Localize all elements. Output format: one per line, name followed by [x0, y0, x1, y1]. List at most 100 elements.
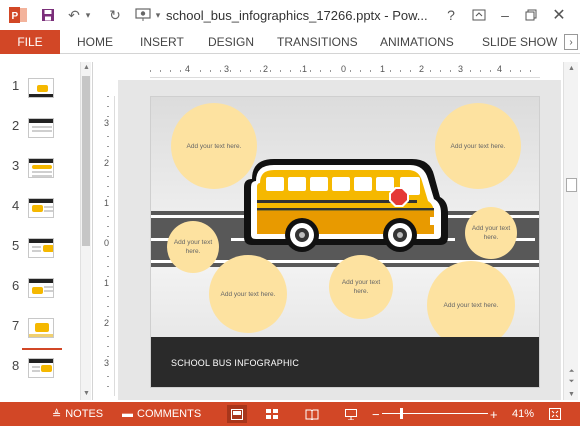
- slide-preview: [28, 198, 54, 218]
- scrollbar-thumb[interactable]: [82, 76, 90, 246]
- slide-number: 2: [12, 118, 20, 133]
- slide-thumbnail[interactable]: 3: [0, 156, 80, 186]
- reading-view-icon[interactable]: [302, 405, 322, 423]
- slide-number: 3: [12, 158, 20, 173]
- tab-animations[interactable]: ANIMATIONS: [380, 30, 454, 54]
- text-circle[interactable]: Add your text here.: [465, 207, 517, 259]
- slide-number: 8: [12, 358, 20, 373]
- slide-preview: [28, 358, 54, 378]
- slide-thumbnail[interactable]: 9: [0, 396, 80, 400]
- close-icon[interactable]: ✕: [548, 5, 570, 25]
- zoom-in-button[interactable]: +: [490, 402, 498, 426]
- ruler-label: 2: [418, 64, 426, 75]
- ruler-label: 2: [103, 318, 111, 329]
- text-circle[interactable]: Add your text here.: [427, 261, 515, 349]
- ribbon-display-icon[interactable]: [468, 5, 490, 25]
- slide-thumbnail[interactable]: 2: [0, 116, 80, 146]
- slide-footer-title[interactable]: SCHOOL BUS INFOGRAPHIC: [171, 358, 299, 368]
- ruler-label: 0: [103, 238, 111, 249]
- slide-thumbnail[interactable]: 8: [0, 356, 80, 386]
- slide-preview: [28, 118, 54, 138]
- slide-number: 5: [12, 238, 20, 253]
- comments-label: COMMENTS: [137, 408, 202, 420]
- notes-label: NOTES: [65, 408, 104, 420]
- minimize-icon[interactable]: –: [494, 5, 516, 25]
- ruler-label: 0: [340, 64, 348, 75]
- slide-thumbnail[interactable]: 4: [0, 196, 80, 226]
- save-icon[interactable]: [38, 5, 58, 25]
- powerpoint-logo-icon[interactable]: P: [6, 5, 30, 25]
- slide-preview: [28, 318, 54, 338]
- thumbnail-scrollbar[interactable]: ▲ ▼: [80, 62, 91, 400]
- ruler-label: 3: [103, 358, 111, 369]
- zoom-slider[interactable]: [382, 413, 488, 414]
- zoom-slider-knob[interactable]: [400, 408, 403, 419]
- ruler-label: 3: [103, 118, 111, 129]
- customize-qat-icon[interactable]: ▾: [152, 5, 164, 25]
- scroll-up-icon[interactable]: ▲: [81, 62, 92, 73]
- fit-slide-to-window-icon[interactable]: [545, 405, 565, 423]
- slide-preview: [28, 238, 54, 258]
- scroll-down-icon[interactable]: ▼: [81, 388, 92, 399]
- tab-transitions[interactable]: TRANSITIONS: [277, 30, 358, 54]
- tab-home[interactable]: HOME: [77, 30, 113, 54]
- notes-button[interactable]: ≜ NOTES: [52, 402, 103, 426]
- slide-sorter-icon[interactable]: [262, 405, 282, 423]
- present-from-start-icon[interactable]: [132, 5, 154, 25]
- svg-text:P: P: [12, 11, 19, 22]
- scrollbar-thumb[interactable]: [566, 178, 577, 192]
- slide-number: 1: [12, 78, 20, 93]
- slide-thumbnail[interactable]: 1: [0, 76, 80, 106]
- ruler-label: 1: [103, 278, 111, 289]
- ruler-label: 4: [184, 64, 192, 75]
- ribbon-scroll-right-button[interactable]: ›: [564, 34, 578, 50]
- title-bar: P ↶ ▾ ↻ ▾ school_bus_infographics_17266.…: [0, 0, 580, 30]
- slide-thumbnail[interactable]: 5: [0, 236, 80, 266]
- ribbon-tabs: FILE HOME INSERT DESIGN TRANSITIONS ANIM…: [0, 30, 580, 54]
- text-circle[interactable]: Add your text here.: [209, 255, 287, 333]
- horizontal-ruler: 4 3 2 1 0 1 2 3 4: [150, 64, 540, 78]
- scroll-up-icon[interactable]: ▲: [564, 62, 579, 74]
- tab-design[interactable]: DESIGN: [208, 30, 254, 54]
- comments-button[interactable]: ▬ COMMENTS: [122, 402, 201, 426]
- slide-preview: [28, 78, 54, 98]
- help-icon[interactable]: ?: [440, 5, 462, 25]
- text-circle[interactable]: Add your text here.: [329, 255, 393, 319]
- restore-icon[interactable]: [520, 5, 542, 25]
- slide-preview: [28, 278, 54, 298]
- slide-thumbnail[interactable]: 6: [0, 276, 80, 306]
- slide-number: 4: [12, 198, 20, 213]
- slide-scrollbar[interactable]: ▲ ⏶ ⏷ ▼: [563, 62, 578, 400]
- undo-icon[interactable]: ↶: [66, 5, 82, 25]
- ruler-label: 1: [379, 64, 387, 75]
- slide-show-icon[interactable]: [341, 405, 361, 423]
- notes-icon: ≜: [52, 408, 62, 421]
- slide-preview: [28, 158, 54, 178]
- tab-file[interactable]: FILE: [0, 30, 60, 54]
- window-title: school_bus_infographics_17266.pptx - Pow…: [166, 8, 428, 23]
- slide-number: 6: [12, 278, 20, 293]
- ruler-label: 3: [457, 64, 465, 75]
- ruler-label: 2: [103, 158, 111, 169]
- zoom-out-button[interactable]: −: [372, 402, 380, 426]
- text-circle[interactable]: Add your text here.: [167, 221, 219, 273]
- ruler-label: 4: [496, 64, 504, 75]
- tab-insert[interactable]: INSERT: [140, 30, 184, 54]
- school-bus-illustration: [244, 159, 448, 252]
- redo-icon[interactable]: ↻: [106, 5, 124, 25]
- zoom-level[interactable]: 41%: [512, 402, 534, 426]
- next-slide-icon[interactable]: ⏷: [564, 376, 579, 388]
- normal-view-icon[interactable]: [227, 405, 247, 423]
- undo-dropdown-icon[interactable]: ▾: [82, 5, 94, 25]
- slide-insertion-marker: [22, 348, 62, 350]
- slide-thumbnail[interactable]: 7: [0, 316, 80, 346]
- slide-thumbnail-pane: 1 2 3 4 5 6 7 8 9 ▲ ▼: [0, 62, 93, 400]
- slide-number: 9: [12, 398, 19, 400]
- ruler-label: 2: [262, 64, 270, 75]
- slide-number: 7: [12, 318, 20, 333]
- comment-icon: ▬: [122, 408, 133, 420]
- slide-canvas[interactable]: Add your text here. Add your text here. …: [150, 96, 540, 388]
- scroll-down-icon[interactable]: ▼: [564, 388, 579, 400]
- tab-slide-show[interactable]: SLIDE SHOW: [482, 30, 557, 54]
- ruler-label: 1: [301, 64, 309, 75]
